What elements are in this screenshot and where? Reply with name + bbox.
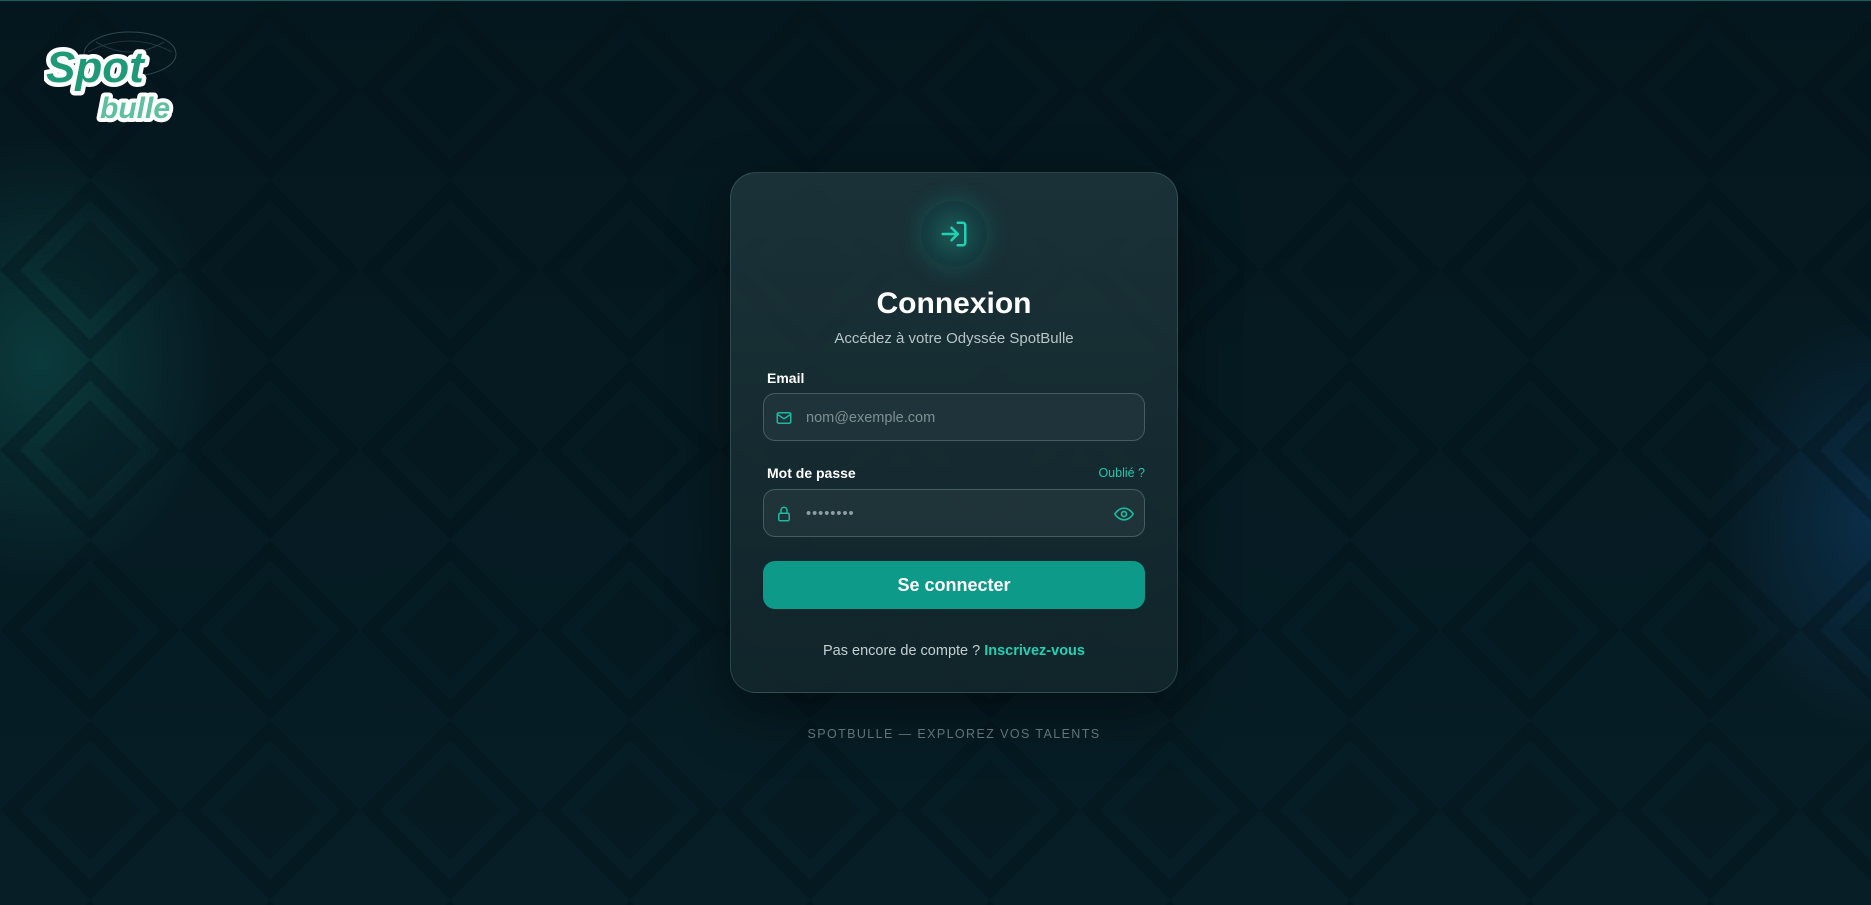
page-subtitle: Accédez à votre Odyssée SpotBulle: [834, 330, 1074, 347]
spotbulle-logo[interactable]: Spot Spot bulle bulle: [42, 28, 204, 129]
mail-icon: [776, 412, 792, 424]
logo-graphic: Spot Spot bulle bulle: [42, 31, 177, 129]
login-button[interactable]: Se connecter: [763, 561, 1145, 609]
svg-text:bulle: bulle: [100, 92, 170, 124]
login-card: Connexion Accédez à votre Odyssée SpotBu…: [730, 172, 1178, 693]
forgot-password-link[interactable]: Oublié ?: [1098, 466, 1145, 480]
password-field-wrapper: [763, 489, 1145, 538]
eye-icon[interactable]: [1114, 504, 1134, 524]
email-field-wrapper: [763, 393, 1145, 442]
page-title: Connexion: [876, 287, 1032, 320]
signup-prompt-text: Pas encore de compte ?: [823, 643, 985, 659]
signup-prompt: Pas encore de compte ? Inscrivez-vous: [731, 643, 1177, 659]
signup-link[interactable]: Inscrivez-vous: [984, 643, 1085, 659]
email-input[interactable]: [804, 394, 1108, 442]
password-label: Mot de passe: [767, 465, 856, 481]
svg-text:Spot: Spot: [46, 43, 146, 92]
email-label: Email: [767, 370, 805, 386]
password-input[interactable]: [804, 490, 1108, 538]
top-border: [0, 0, 1871, 1]
footer-tagline: SPOTBULLE — EXPLOREZ VOS TALENTS: [807, 727, 1101, 741]
lock-icon: [778, 506, 790, 522]
login-badge: [921, 201, 987, 267]
login-arrow-icon: [941, 221, 967, 247]
